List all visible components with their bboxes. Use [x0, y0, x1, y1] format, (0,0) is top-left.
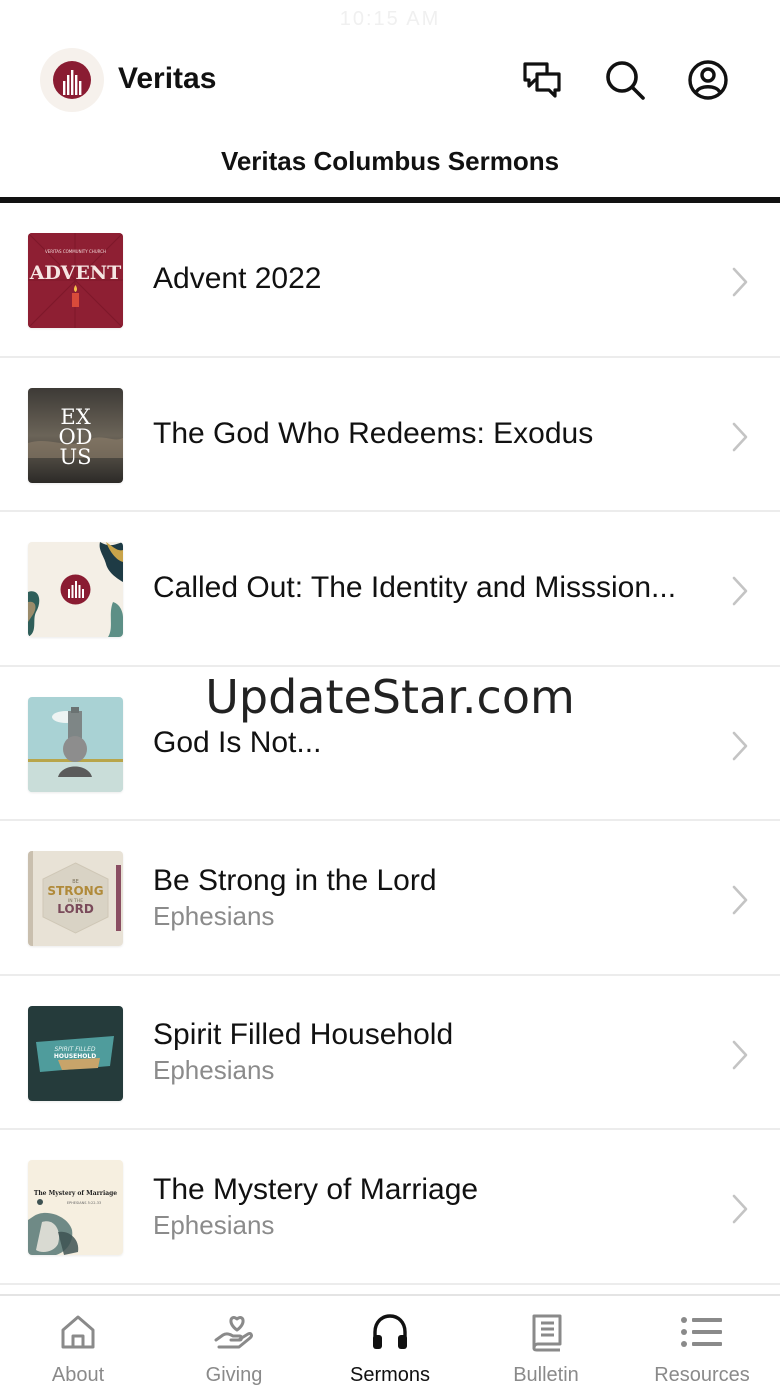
chat-icon [523, 62, 561, 98]
exodus-art: EX OD US [28, 387, 123, 483]
list-item[interactable]: EX OD US The God Who Redeems: Exodus [0, 357, 780, 512]
list-item-title: Advent 2022 [153, 262, 322, 296]
list-item[interactable]: The Mystery of Marriage EPHESIANS 5:22-3… [0, 1130, 780, 1285]
list-item-text: The God Who Redeems: Exodus [153, 358, 700, 511]
chevron-right-icon [732, 576, 748, 606]
mystery-marriage-art: The Mystery of Marriage EPHESIANS 5:22-3… [28, 1160, 123, 1255]
list-item[interactable]: Called Out: The Identity and Misssion... [0, 512, 780, 667]
advent-art: VERITAS COMMUNITY CHURCH ADVENT [28, 233, 123, 328]
advent-art-title: ADVENT [29, 262, 122, 284]
advent-art-caption: VERITAS COMMUNITY CHURCH [45, 249, 106, 254]
logo-mark-icon [53, 61, 91, 99]
chat-button[interactable] [518, 56, 566, 104]
chevron-right-icon [732, 885, 748, 915]
list-item-text: Spirit Filled Household Ephesians [153, 976, 700, 1129]
list-item-title: The God Who Redeems: Exodus [153, 416, 594, 450]
list-item-subtitle: Ephesians [153, 1055, 275, 1086]
bottom-tab-bar: About Giving Sermons Bulletin Resources [0, 1294, 780, 1387]
list-item-title: Be Strong in the Lord [153, 863, 437, 897]
watermark-text: UpdateStar.com [205, 670, 575, 724]
mystery-art-ref: EPHESIANS 5:22-33 [67, 1201, 101, 1205]
list-item-title: Called Out: The Identity and Misssion... [153, 571, 677, 605]
account-button[interactable] [684, 56, 732, 104]
list-icon [680, 1310, 724, 1354]
chevron-right-icon [732, 1194, 748, 1224]
mystery-art-title: The Mystery of Marriage [34, 1190, 117, 1197]
church-logo[interactable] [40, 48, 104, 112]
spirit-filled-art-line1: SPIRIT FILLED [54, 1046, 95, 1053]
tab-resources[interactable]: Resources [624, 1296, 780, 1387]
spirit-filled-art-line2: HOUSEHOLD [54, 1053, 96, 1060]
headphones-icon [368, 1310, 412, 1354]
tab-giving-label: Giving [205, 1364, 263, 1386]
list-item-text: Advent 2022 [153, 203, 700, 356]
giving-heart-hand-icon [212, 1310, 256, 1354]
spirit-filled-art: SPIRIT FILLED HOUSEHOLD [28, 1005, 123, 1101]
status-time: 10:15 AM [339, 8, 441, 30]
list-item-text: Be Strong in the Lord Ephesians [153, 821, 700, 974]
called-out-art [28, 542, 123, 637]
tab-resources-label: Resources [654, 1364, 750, 1386]
tab-sermons-label: Sermons [349, 1364, 431, 1386]
exodus-art-line3: US [59, 445, 91, 469]
account-icon [688, 60, 728, 100]
search-icon [606, 61, 645, 100]
chevron-right-icon [732, 1040, 748, 1069]
tab-about-label: About [51, 1364, 105, 1386]
list-item-text: The Mystery of Marriage Ephesians [153, 1130, 700, 1283]
chevron-right-icon [732, 422, 748, 451]
list-item-title: Spirit Filled Household [153, 1018, 454, 1052]
tab-bulletin[interactable]: Bulletin [468, 1296, 624, 1387]
app-header: Veritas [0, 40, 780, 122]
search-button[interactable] [601, 56, 649, 104]
app-title: Veritas [118, 62, 217, 95]
home-icon [56, 1310, 100, 1354]
chevron-right-icon [732, 731, 748, 760]
tab-sermons[interactable]: Sermons [312, 1296, 468, 1387]
list-item-title: The Mystery of Marriage [153, 1172, 479, 1206]
list-item-subtitle: Ephesians [153, 1209, 275, 1240]
tab-about[interactable]: About [0, 1296, 156, 1387]
list-item[interactable]: SPIRIT FILLED HOUSEHOLD Spirit Filled Ho… [0, 975, 780, 1130]
be-strong-art-mid: STRONG [47, 884, 103, 898]
list-item-subtitle: Ephesians [153, 900, 275, 931]
be-strong-art: BE STRONG IN THE LORD [28, 851, 123, 946]
be-strong-art-bottom: LORD [57, 902, 94, 916]
list-item-title: God Is Not... [153, 725, 322, 759]
list-item[interactable]: BE STRONG IN THE LORD Be Strong in the L… [0, 821, 780, 976]
list-item-text: Called Out: The Identity and Misssion... [153, 512, 700, 665]
sermon-series-list: VERITAS COMMUNITY CHURCH ADVENT Advent 2… [0, 203, 780, 1285]
chevron-right-icon [732, 267, 748, 297]
page-title: Veritas Columbus Sermons [220, 146, 560, 176]
tab-bulletin-label: Bulletin [513, 1364, 579, 1386]
tab-giving[interactable]: Giving [156, 1296, 312, 1387]
bulletin-book-icon [524, 1310, 568, 1354]
list-item[interactable]: VERITAS COMMUNITY CHURCH ADVENT Advent 2… [0, 203, 780, 358]
